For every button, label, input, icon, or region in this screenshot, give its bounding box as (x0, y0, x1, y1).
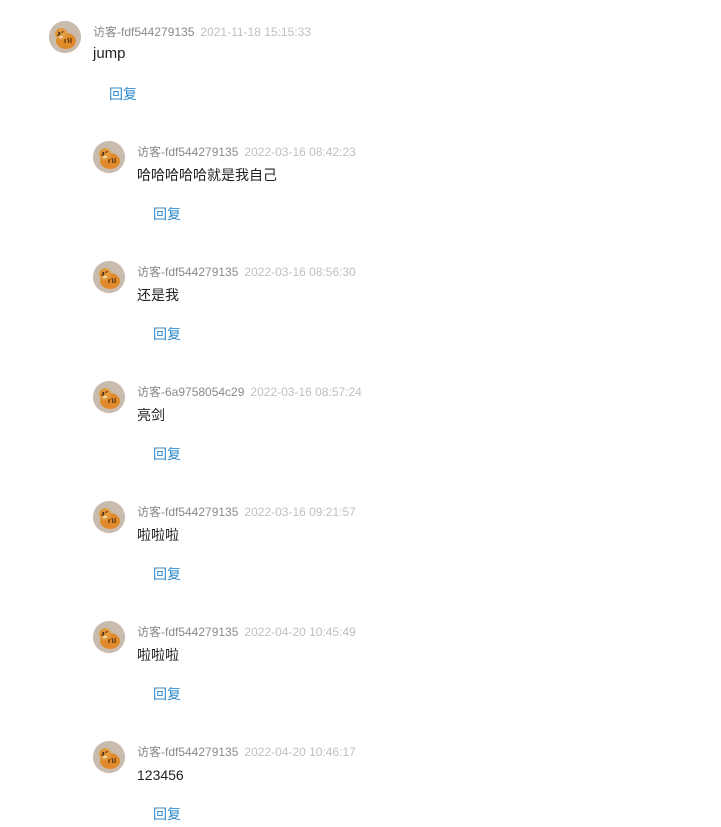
comment-meta: 访客-fdf544279135 2022-04-20 10:46:17 (137, 744, 356, 760)
tiger-avatar-icon (93, 621, 125, 653)
tiger-avatar-icon (93, 141, 125, 173)
comment-author: 访客-fdf544279135 (93, 25, 195, 39)
reply-button[interactable]: 回复 (153, 445, 181, 463)
comment-author: 访客-fdf544279135 (137, 625, 239, 639)
comment-meta: 访客-fdf544279135 2022-03-16 08:42:23 (137, 144, 356, 160)
comment-timestamp: 2021-11-18 15:15:33 (200, 25, 311, 39)
comment-timestamp: 2022-03-16 08:42:23 (244, 145, 356, 159)
comment-timestamp: 2022-04-20 10:45:49 (244, 625, 356, 639)
comment-text: 啦啦啦 (137, 647, 179, 663)
reply-button[interactable]: 回复 (153, 805, 181, 823)
tiger-avatar-icon (93, 261, 125, 293)
tiger-avatar-icon (93, 501, 125, 533)
comment-item: 访客-fdf544279135 2022-03-16 09:21:57 啦啦啦 回… (93, 501, 693, 601)
comment-meta: 访客-fdf544279135 2021-11-18 15:15:33 (93, 24, 311, 40)
comment-timestamp: 2022-03-16 08:56:30 (244, 265, 356, 279)
reply-button[interactable]: 回复 (153, 565, 181, 583)
comment-text: 123456 (137, 767, 184, 783)
avatar (93, 741, 125, 773)
comment-text: jump (93, 45, 126, 62)
comment-text: 啦啦啦 (137, 527, 179, 543)
comment-text: 还是我 (137, 287, 179, 303)
reply-button[interactable]: 回复 (109, 85, 137, 103)
comment-item: 访客-6a9758054c29 2022-03-16 08:57:24 亮剑 回复 (93, 381, 693, 481)
comment-text: 哈哈哈哈哈就是我自己 (137, 167, 277, 183)
comment-timestamp: 2022-03-16 09:21:57 (244, 505, 356, 519)
tiger-avatar-icon (93, 381, 125, 413)
comment-author: 访客-fdf544279135 (137, 745, 239, 759)
tiger-avatar-icon (93, 741, 125, 773)
comment-item: 访客-fdf544279135 2022-03-16 08:56:30 还是我 回… (93, 261, 693, 361)
comment-author: 访客-fdf544279135 (137, 145, 239, 159)
comment-timestamp: 2022-04-20 10:46:17 (244, 745, 356, 759)
comment-item: 访客-fdf544279135 2022-04-20 10:46:17 12345… (93, 741, 693, 827)
avatar (49, 21, 81, 53)
comment-author: 访客-fdf544279135 (137, 265, 239, 279)
reply-button[interactable]: 回复 (153, 325, 181, 343)
comment-meta: 访客-fdf544279135 2022-03-16 08:56:30 (137, 264, 356, 280)
comment-author: 访客-fdf544279135 (137, 505, 239, 519)
comment-meta: 访客-fdf544279135 2022-03-16 09:21:57 (137, 504, 356, 520)
reply-button[interactable]: 回复 (153, 205, 181, 223)
avatar (93, 261, 125, 293)
comment-timestamp: 2022-03-16 08:57:24 (250, 385, 362, 399)
avatar (93, 501, 125, 533)
avatar (93, 141, 125, 173)
comment-item: 访客-fdf544279135 2022-03-16 08:42:23 哈哈哈哈哈… (93, 141, 693, 241)
avatar (93, 381, 125, 413)
comment-author: 访客-6a9758054c29 (137, 385, 245, 399)
comment-item: 访客-fdf544279135 2021-11-18 15:15:33 jump … (49, 21, 689, 121)
comment-meta: 访客-6a9758054c29 2022-03-16 08:57:24 (137, 384, 362, 400)
comment-text: 亮剑 (137, 407, 165, 423)
comment-thread: 访客-fdf544279135 2021-11-18 15:15:33 jump … (0, 0, 721, 827)
avatar (93, 621, 125, 653)
comment-item: 访客-fdf544279135 2022-04-20 10:45:49 啦啦啦 回… (93, 621, 693, 721)
tiger-avatar-icon (49, 21, 81, 53)
reply-button[interactable]: 回复 (153, 685, 181, 703)
comment-meta: 访客-fdf544279135 2022-04-20 10:45:49 (137, 624, 356, 640)
